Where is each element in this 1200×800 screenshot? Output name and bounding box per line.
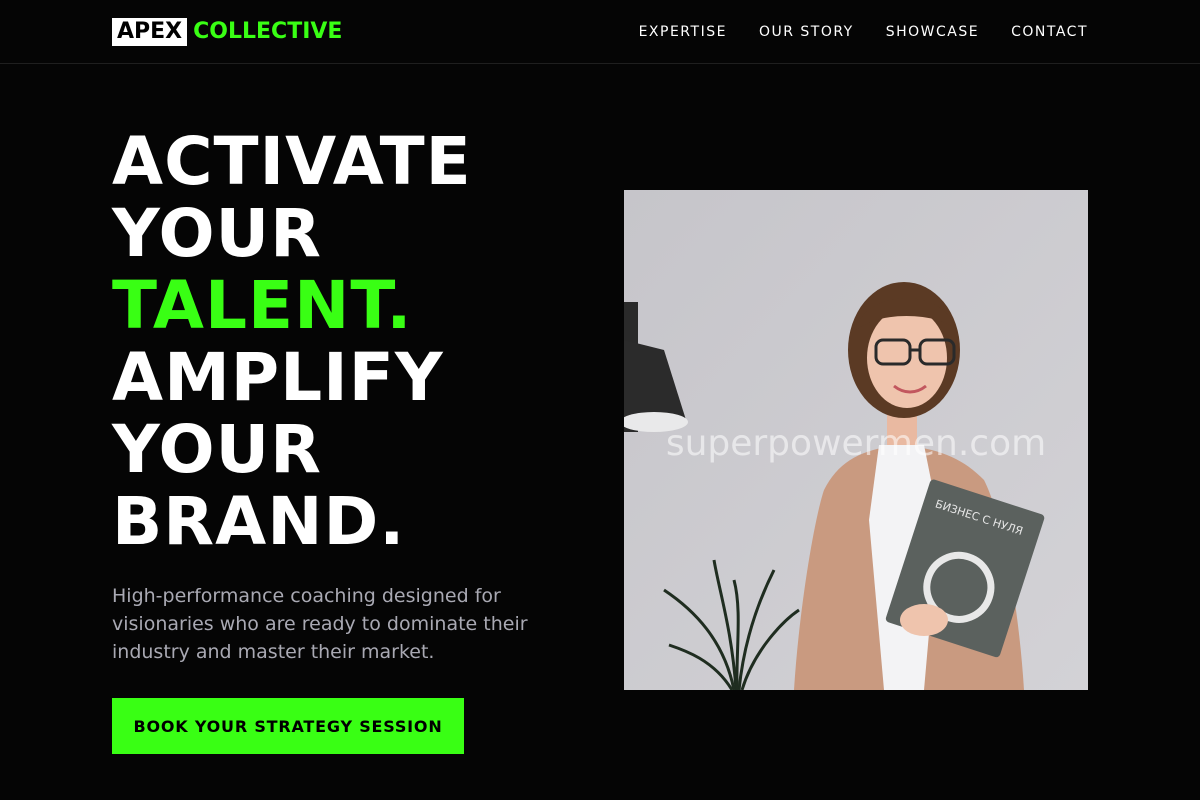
- hero-headline-line-1: ACTIVATE: [112, 123, 472, 200]
- hero-headline-line-3-accent: TALENT.: [112, 267, 413, 344]
- nav-link-our-story[interactable]: OUR STORY: [759, 22, 854, 42]
- hero-headline-line-6: BRAND.: [112, 483, 406, 560]
- hero-headline-line-2: YOUR: [112, 195, 322, 272]
- nav-link-contact[interactable]: CONTACT: [1011, 22, 1088, 42]
- brand-logo-accent-text: COLLECTIVE: [193, 19, 343, 44]
- brand-logo[interactable]: APEX COLLECTIVE: [112, 18, 342, 46]
- main-nav: EXPERTISE OUR STORY SHOWCASE CONTACT: [639, 22, 1088, 42]
- hero-headline-line-5: YOUR: [112, 411, 322, 488]
- hero-headline-line-4: AMPLIFY: [112, 339, 444, 416]
- hero-headline: ACTIVATE YOUR TALENT. AMPLIFY YOUR BRAND…: [112, 126, 472, 558]
- brand-logo-boxed-text: APEX: [112, 18, 188, 46]
- nav-link-showcase[interactable]: SHOWCASE: [886, 22, 979, 42]
- nav-link-expertise[interactable]: EXPERTISE: [639, 22, 727, 42]
- book-strategy-session-button[interactable]: BOOK YOUR STRATEGY SESSION: [112, 698, 464, 754]
- image-watermark: superpowermen.com: [665, 423, 1047, 464]
- top-navbar: APEX COLLECTIVE EXPERTISE OUR STORY SHOW…: [0, 0, 1200, 64]
- hero-subtitle: High-performance coaching designed for v…: [112, 585, 528, 663]
- hero-photo: БИЗНЕС С НУЛЯ superpowermen.com: [624, 190, 1088, 690]
